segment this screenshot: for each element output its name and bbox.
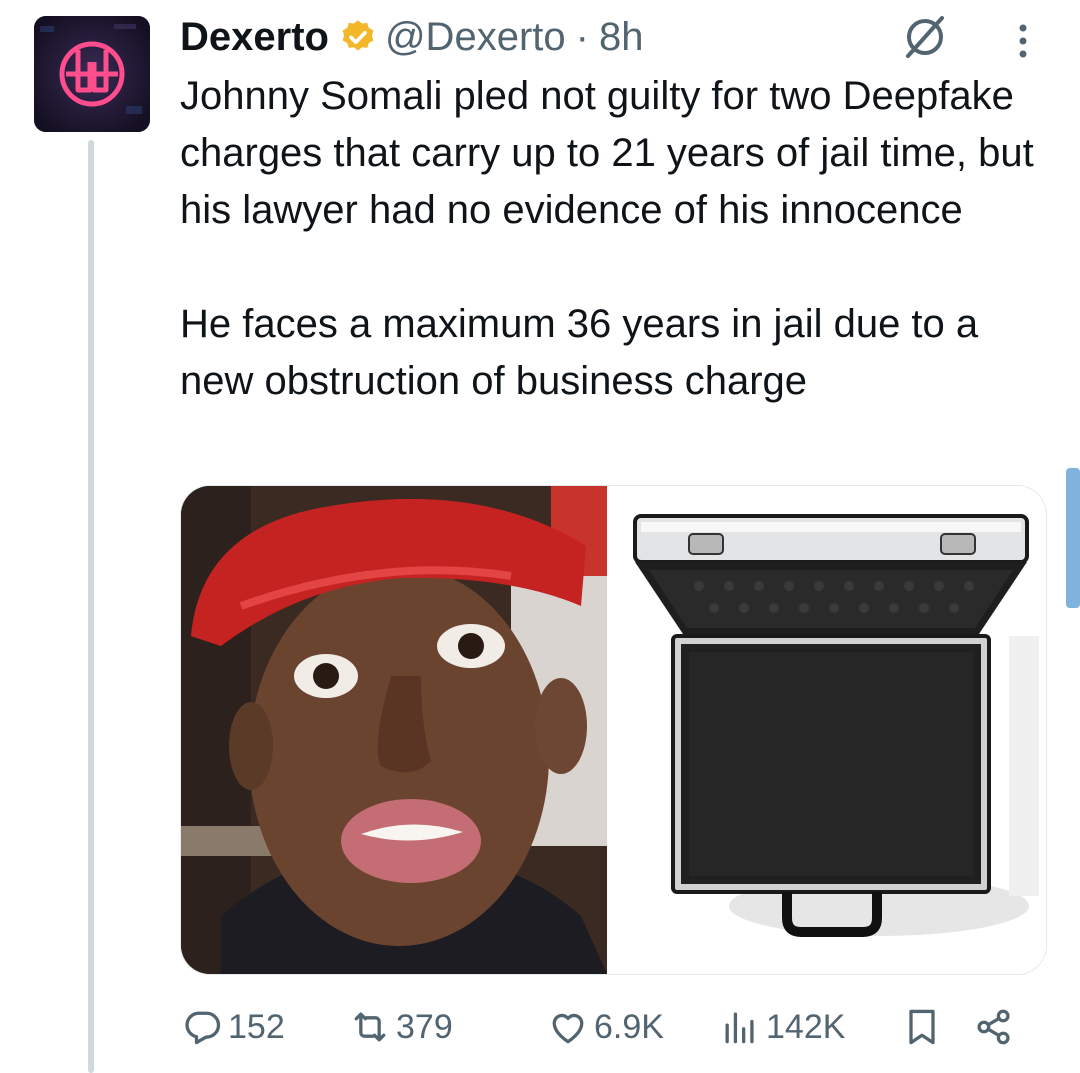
person-photo-image [181,486,607,974]
media-photo-person[interactable] [181,486,607,974]
dexerto-logo [34,16,150,132]
briefcase-photo-image [619,486,1046,974]
timestamp[interactable]: 8h [599,15,644,60]
separator-dot: · [575,14,589,59]
heart-icon [552,1013,584,1044]
avatar[interactable] [34,16,150,132]
repost-icon [354,1012,386,1042]
share-button[interactable] [972,1005,1016,1049]
bookmark-button[interactable] [900,1005,944,1049]
media-photo-briefcase[interactable] [619,486,1046,974]
tweet-actions: 152 379 6.9K 142K [180,1000,1040,1054]
grok-icon[interactable] [900,12,950,62]
bookmark-icon [909,1009,935,1045]
tweet-text: Johnny Somali pled not guilty for two De… [180,68,1060,410]
reply-icon [185,1011,221,1045]
share-icon [977,1009,1010,1045]
views-button[interactable]: 142K [718,1005,878,1049]
scrollbar[interactable] [1066,468,1080,608]
more-vertical-icon[interactable] [1008,22,1038,62]
media-gap [607,486,619,974]
reply-count: 152 [228,1007,285,1046]
author-name[interactable]: Dexerto [180,15,329,60]
author-handle[interactable]: @Dexerto [385,15,566,60]
like-button[interactable]: 6.9K [546,1005,696,1049]
tweet-text-paragraph: He faces a maximum 36 years in jail due … [180,302,979,403]
views-icon [725,1012,754,1044]
repost-count: 379 [396,1007,453,1046]
tweet-media [180,485,1047,975]
views-count: 142K [766,1007,846,1046]
like-count: 6.9K [594,1007,664,1046]
tweet-header: Dexerto @Dexerto · 8h [180,10,643,64]
verified-badge-icon [342,20,374,51]
thread-line [88,140,94,1073]
tweet-text-paragraph: Johnny Somali pled not guilty for two De… [180,74,1034,232]
reply-button[interactable]: 152 [180,1005,300,1049]
repost-button[interactable]: 379 [348,1005,508,1049]
